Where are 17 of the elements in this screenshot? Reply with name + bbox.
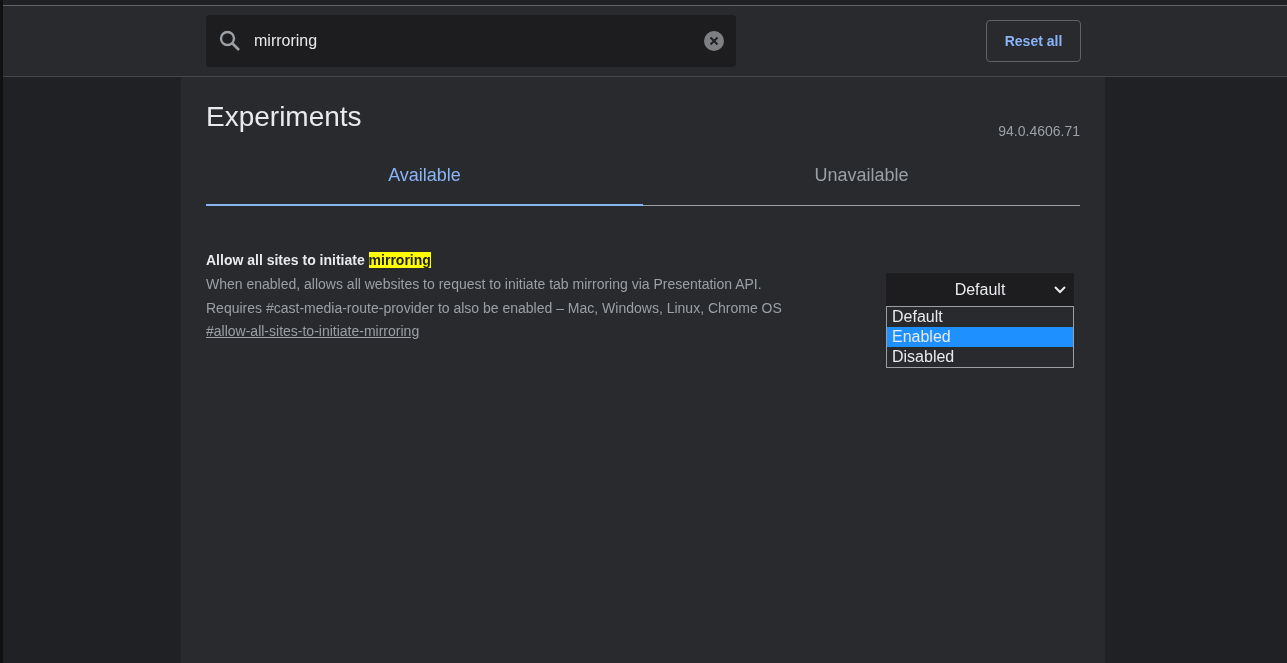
search-highlight: mirroring (368, 252, 431, 268)
search-field[interactable]: mirroring (252, 31, 704, 51)
tab[interactable]: Available (206, 165, 643, 206)
dropdown-option[interactable]: Default (887, 307, 1073, 327)
experiment-description: When enabled, allows all websites to request to initiate tab mirroring via Presentation API. Requires #cast-media-route-provider to also be enabled – Mac, Windows, Linux, Chrome OS (206, 275, 783, 318)
dropdown[interactable]: Default (886, 273, 1074, 306)
reset-all-button[interactable]: Reset all (986, 20, 1081, 62)
chevron-down-icon (1054, 286, 1066, 294)
experiment-link[interactable]: #allow-all-sites-to-initiate-mirroring (206, 323, 420, 339)
search-bar[interactable]: mirroring (206, 15, 736, 67)
tab[interactable]: Unavailable (643, 165, 1080, 205)
page-title: Experiments (206, 101, 362, 133)
experiment-title: Allow all sites to initiate (206, 252, 365, 268)
dropdown-option[interactable]: Disabled (887, 347, 1073, 367)
clear-icon[interactable] (704, 31, 724, 51)
search-icon (218, 29, 242, 53)
version-text: 94.0.4606.71 (998, 123, 1080, 139)
